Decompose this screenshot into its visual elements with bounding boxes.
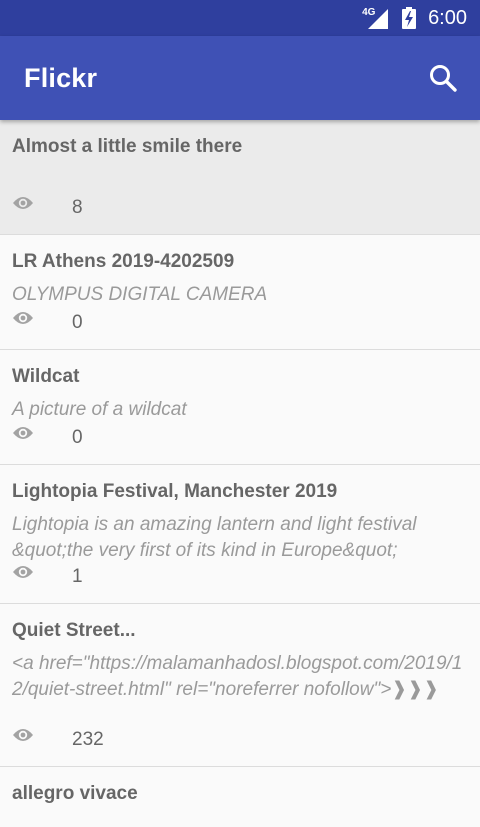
photo-list-item[interactable]: Quiet Street... <a href="https://malaman… <box>0 604 480 767</box>
photo-title: Almost a little smile there <box>12 136 243 157</box>
eye-icon <box>13 312 33 324</box>
photo-description: <a href="https://malamanhadosl.blogspot.… <box>12 653 463 700</box>
eye-icon <box>13 427 33 439</box>
photo-title: allegro vivace <box>12 783 138 804</box>
photo-list-item[interactable]: Wildcat A picture of a wildcat 0 <box>0 350 480 465</box>
photo-description: OLYMPUS DIGITAL CAMERA <box>12 284 268 305</box>
photo-list-item[interactable]: Almost a little smile there 8 <box>0 120 480 235</box>
photo-list-item[interactable]: LR Athens 2019-4202509 OLYMPUS DIGITAL C… <box>0 235 480 350</box>
photo-title: Wildcat <box>12 366 80 387</box>
view-count: 232 <box>72 729 104 750</box>
photo-title: Quiet Street... <box>12 620 136 641</box>
eye-icon <box>13 729 33 741</box>
status-bar: 4G 6:00 <box>0 0 480 36</box>
eye-icon <box>13 197 33 209</box>
network-status: 4G <box>362 7 389 29</box>
photo-title: Lightopia Festival, Manchester 2019 <box>12 481 338 502</box>
photo-list-item[interactable]: Lightopia Festival, Manchester 2019 Ligh… <box>0 465 480 604</box>
search-button[interactable] <box>428 63 458 93</box>
view-count: 0 <box>72 312 83 333</box>
view-count: 8 <box>72 197 83 218</box>
network-type-label: 4G <box>362 7 376 18</box>
clock: 6:00 <box>428 6 467 29</box>
app-title: Flickr <box>24 62 98 93</box>
photo-list-item[interactable]: allegro vivace <box>0 767 480 827</box>
photo-description: A picture of a wildcat <box>12 399 187 420</box>
eye-icon <box>13 566 33 578</box>
battery-charging-icon <box>402 7 417 29</box>
photo-list: Almost a little smile there 8 LR Athens … <box>0 120 480 827</box>
view-count: 0 <box>72 427 83 448</box>
search-icon <box>430 65 457 92</box>
photo-description: Lightopia is an amazing lantern and ligh… <box>12 514 417 561</box>
app-bar: Flickr <box>0 36 480 120</box>
photo-title: LR Athens 2019-4202509 <box>12 251 235 272</box>
view-count: 1 <box>72 566 83 587</box>
